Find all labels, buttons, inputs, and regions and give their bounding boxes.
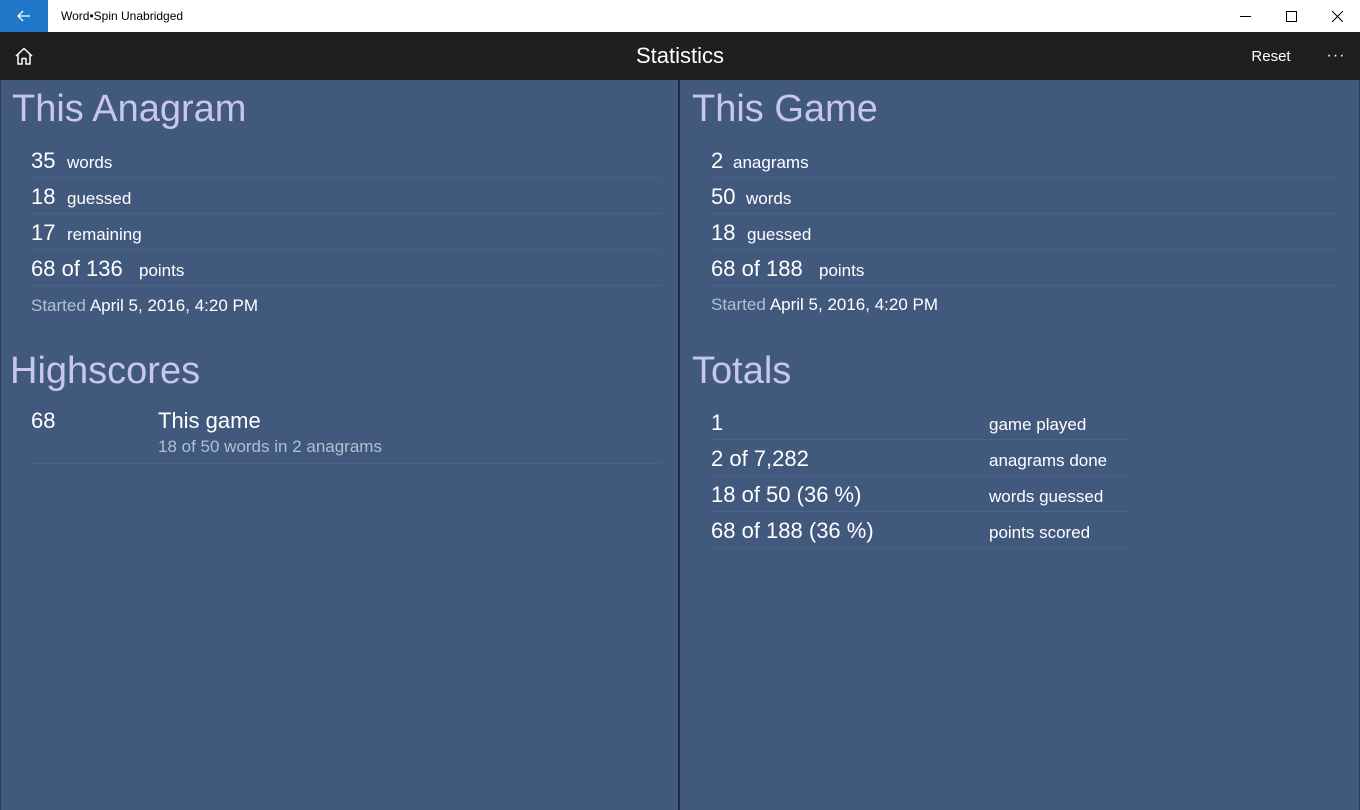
minimize-button[interactable]	[1222, 0, 1268, 32]
highscore-subtitle: 18 of 50 words in 2 anagrams	[158, 437, 382, 456]
window-title: Word•Spin Unabridged	[61, 9, 184, 23]
started-value: April 5, 2016, 4:20 PM	[89, 296, 259, 315]
back-button[interactable]	[0, 0, 48, 32]
stat-value: 18	[31, 184, 56, 209]
app-bar: Statistics Reset ···	[0, 32, 1360, 80]
stat-value: 50	[711, 184, 736, 209]
total-label: game played	[989, 415, 1087, 434]
minimize-icon	[1239, 15, 1251, 17]
more-options-button[interactable]: ···	[1316, 32, 1356, 80]
this-game-heading: This Game	[692, 88, 878, 130]
totals-row: 1 game played	[711, 404, 1131, 440]
this-anagram-heading: This Anagram	[12, 88, 247, 130]
highscore-title: This game	[158, 408, 261, 433]
pane-divider	[678, 80, 680, 810]
page-title: Statistics	[635, 43, 725, 68]
game-stat-row: 68 of 188 points	[711, 250, 1339, 286]
started-label: Started	[711, 295, 766, 314]
started-label: Started	[31, 296, 86, 315]
stat-value: 17	[31, 220, 56, 245]
highscore-value: 68	[31, 408, 56, 433]
totals-row: 2 of 7,282 anagrams done	[711, 440, 1131, 476]
totals-heading: Totals	[692, 350, 792, 392]
stat-label: guessed	[747, 225, 812, 244]
stat-label: guessed	[67, 189, 132, 208]
started-value: April 5, 2016, 4:20 PM	[769, 295, 939, 314]
game-started: Started April 5, 2016, 4:20 PM	[711, 295, 938, 315]
stat-label: points	[139, 261, 185, 280]
game-stat-row: 18 guessed	[711, 214, 1339, 250]
stat-label: words	[746, 189, 792, 208]
close-button[interactable]	[1314, 0, 1360, 32]
anagram-stat-row: 35 words	[31, 142, 661, 178]
stat-label: words	[67, 153, 113, 172]
left-frame-edge	[0, 80, 1, 810]
totals-row: 68 of 188 (36 %) points scored	[711, 512, 1131, 548]
anagram-started: Started April 5, 2016, 4:20 PM	[31, 296, 258, 316]
total-label: words guessed	[989, 487, 1104, 506]
title-bar: Word•Spin Unabridged	[0, 0, 1360, 32]
close-icon	[1331, 10, 1343, 22]
stat-label: points	[819, 261, 865, 280]
anagram-stat-row: 17 remaining	[31, 214, 661, 250]
game-stat-row: 50 words	[711, 178, 1339, 214]
total-label: anagrams done	[989, 451, 1108, 470]
totals-row: 18 of 50 (36 %) words guessed	[711, 476, 1131, 512]
stat-value: 68 of 136	[31, 256, 123, 281]
stat-value: 18	[711, 220, 736, 245]
stat-value: 35	[31, 148, 56, 173]
stat-label: anagrams	[733, 153, 809, 172]
anagram-stat-row: 18 guessed	[31, 178, 661, 214]
stat-value: 2	[711, 148, 724, 173]
total-value: 2 of 7,282	[711, 446, 809, 471]
game-stat-row: 2 anagrams	[711, 142, 1339, 178]
maximize-button[interactable]	[1268, 0, 1314, 32]
highscore-item[interactable]: 68 This game 18 of 50 words in 2 anagram…	[31, 406, 661, 464]
reset-button[interactable]: Reset	[1238, 32, 1304, 80]
back-arrow-icon	[17, 10, 30, 22]
total-value: 68 of 188 (36 %)	[711, 518, 874, 543]
total-value: 18 of 50 (36 %)	[711, 482, 862, 507]
total-label: points scored	[989, 523, 1091, 542]
highscores-heading: Highscores	[10, 350, 201, 392]
total-value: 1	[711, 410, 724, 435]
anagram-stat-row: 68 of 136 points	[31, 250, 661, 286]
stat-label: remaining	[67, 225, 142, 244]
maximize-icon	[1285, 10, 1297, 22]
stat-value: 68 of 188	[711, 256, 803, 281]
